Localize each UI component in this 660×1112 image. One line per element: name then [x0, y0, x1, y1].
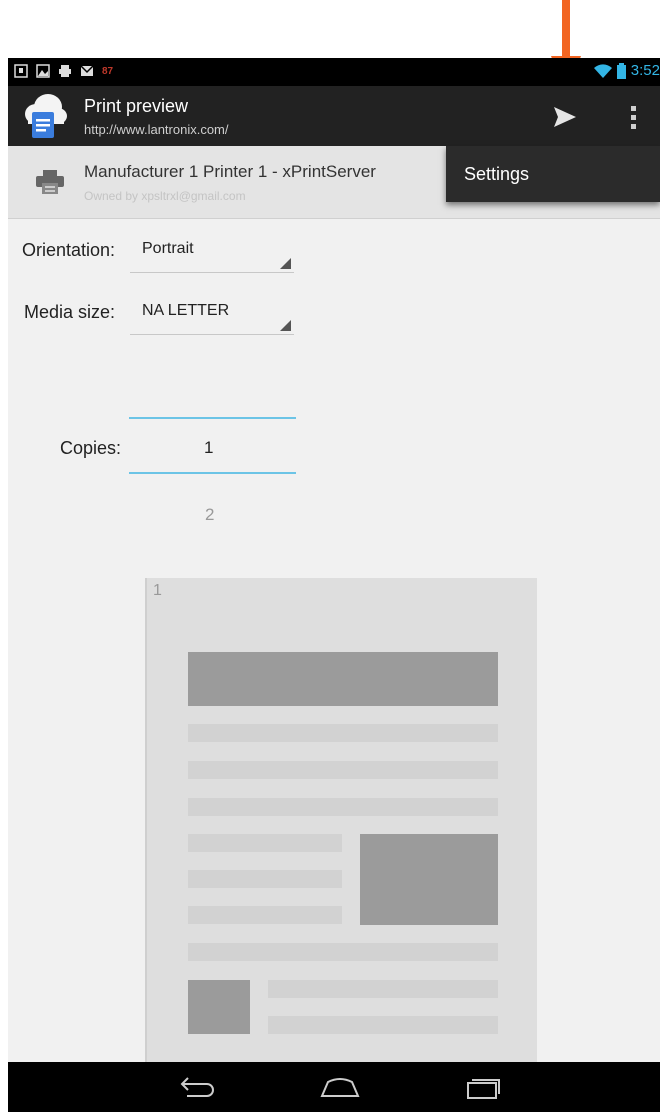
printer-owner: Owned by xpsltrxl@gmail.com — [84, 189, 246, 203]
send-button[interactable] — [548, 100, 582, 134]
printer-icon — [36, 170, 64, 194]
recent-apps-icon — [467, 1079, 500, 1099]
action-bar: Print preview http://www.lantronix.com/ — [8, 86, 660, 146]
home-button[interactable] — [318, 1070, 362, 1104]
navigation-bar — [8, 1062, 660, 1112]
copies-picker-bottom-line — [129, 472, 296, 474]
wifi-icon — [593, 63, 612, 78]
overflow-menu: Settings — [446, 146, 660, 202]
device-screen: 87 3:52 Print preview http://www.lantron… — [8, 58, 660, 1112]
overflow-dot — [630, 123, 636, 129]
copies-next-value[interactable]: 2 — [205, 505, 214, 525]
preview-text-line — [188, 943, 498, 961]
download-icon — [14, 64, 28, 78]
recent-apps-button[interactable] — [460, 1070, 504, 1104]
page-title: Print preview — [84, 96, 189, 116]
orientation-label: Orientation: — [22, 240, 116, 260]
menu-item-settings[interactable]: Settings — [464, 164, 529, 185]
overflow-dot — [630, 105, 636, 111]
overflow-menu-button[interactable] — [622, 100, 644, 134]
notification-badge: 87 — [102, 65, 114, 77]
overflow-dot — [630, 114, 636, 120]
orientation-dropdown[interactable]: Portrait — [130, 238, 294, 273]
preview-text-line — [268, 1016, 498, 1034]
preview-text-line — [188, 798, 498, 816]
preview-text-line — [188, 761, 498, 779]
preview-image-block — [360, 834, 498, 925]
preview-text-line — [188, 906, 342, 924]
media-size-label: Media size: — [24, 302, 116, 322]
print-icon — [59, 65, 71, 77]
preview-text-line — [188, 724, 498, 742]
preview-text-line — [188, 870, 342, 888]
dropdown-arrow-icon — [280, 320, 291, 331]
page-url: http://www.lantronix.com/ — [84, 122, 229, 137]
preview-header-block — [188, 652, 498, 706]
status-bar: 87 3:52 — [8, 58, 660, 86]
cloud-print-icon[interactable] — [22, 92, 68, 140]
preview-image-block — [188, 980, 250, 1034]
printer-name: Manufacturer 1 Printer 1 - xPrintServer — [84, 162, 376, 181]
copies-picker-top-line — [129, 417, 296, 419]
home-icon — [320, 1078, 360, 1097]
send-icon — [554, 107, 576, 127]
image-icon — [36, 64, 50, 78]
copies-label: Copies: — [60, 438, 122, 458]
preview-text-line — [188, 834, 342, 852]
page-number: 1 — [153, 582, 162, 599]
preview-text-line — [268, 980, 498, 998]
orientation-value: Portrait — [142, 240, 194, 257]
back-icon — [180, 1077, 214, 1097]
back-button[interactable] — [175, 1070, 219, 1104]
media-size-dropdown[interactable]: NA LETTER — [130, 300, 294, 335]
page-preview[interactable]: 1 — [145, 578, 537, 1112]
copies-value[interactable]: 1 — [204, 438, 213, 458]
battery-icon — [616, 62, 626, 79]
gmail-icon — [80, 65, 94, 76]
status-time: 3:52 — [630, 62, 660, 79]
dropdown-arrow-icon — [280, 258, 291, 269]
media-size-value: NA LETTER — [142, 302, 230, 319]
